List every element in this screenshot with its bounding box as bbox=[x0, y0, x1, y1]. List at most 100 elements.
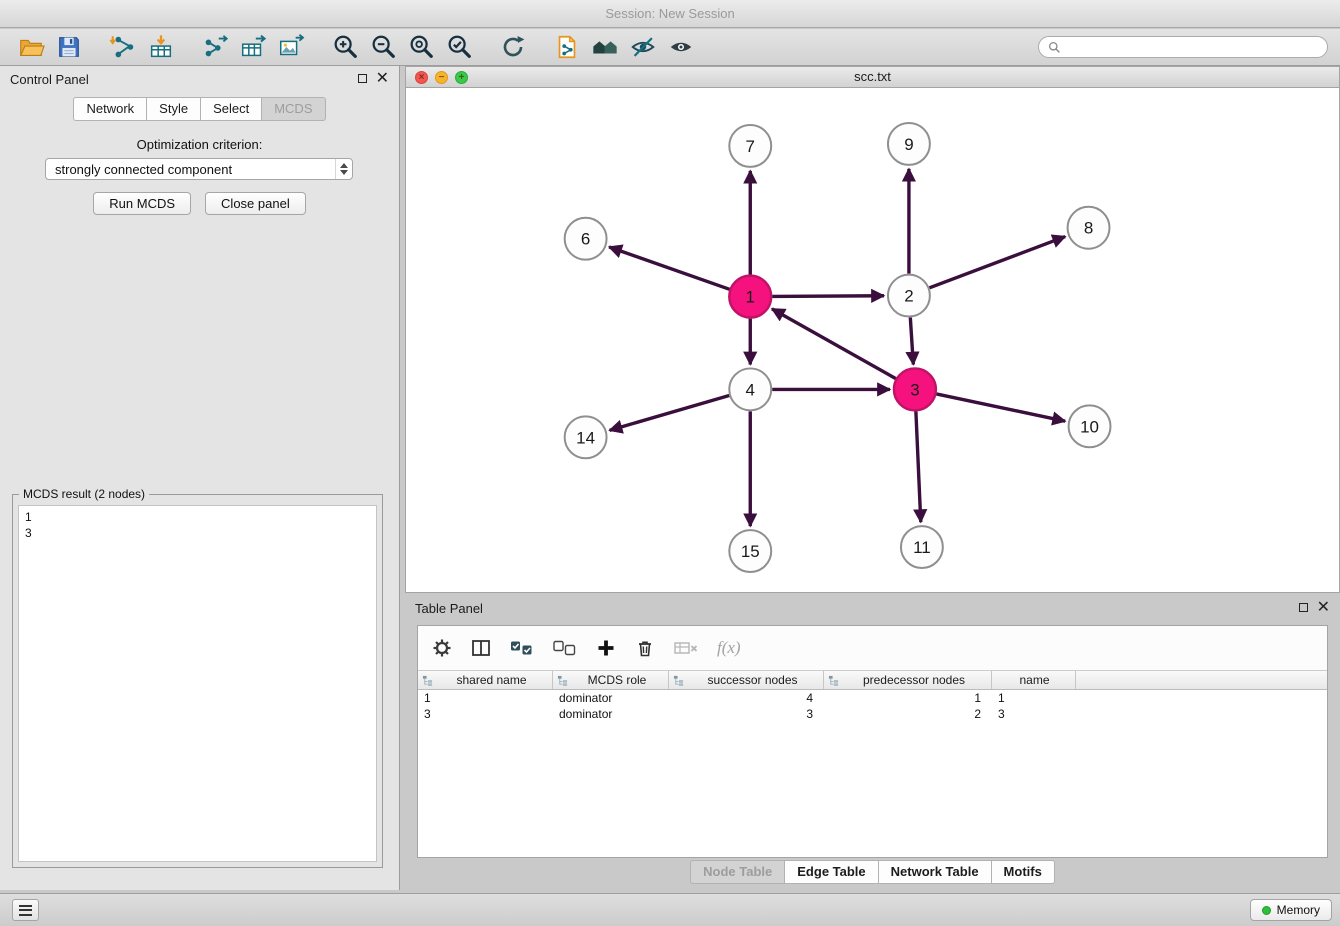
node-3[interactable]: 3 bbox=[894, 368, 936, 410]
table-settings-button[interactable] bbox=[432, 638, 452, 658]
edge-3-10[interactable] bbox=[936, 394, 1065, 421]
node-1[interactable]: 1 bbox=[729, 276, 771, 318]
tab-style[interactable]: Style bbox=[146, 97, 200, 121]
split-column-button[interactable] bbox=[471, 638, 491, 658]
mcds-result-group: MCDS result (2 nodes) 1 3 bbox=[12, 494, 383, 868]
cell-predecessor-nodes: 1 bbox=[824, 691, 992, 705]
cell-successor-nodes: 3 bbox=[669, 707, 824, 721]
function-builder-button-disabled[interactable]: f(x) bbox=[717, 638, 741, 658]
memory-label: Memory bbox=[1277, 903, 1320, 917]
export-table-button[interactable] bbox=[234, 31, 272, 64]
minimize-window-icon[interactable]: − bbox=[435, 71, 448, 84]
table-tabs: Node Table Edge Table Network Table Moti… bbox=[405, 860, 1340, 884]
table-row[interactable]: 1 dominator 4 1 1 bbox=[418, 690, 1327, 706]
save-session-button[interactable] bbox=[50, 31, 88, 64]
node-4[interactable]: 4 bbox=[729, 368, 771, 410]
search-field[interactable] bbox=[1038, 36, 1328, 58]
tab-network[interactable]: Network bbox=[73, 97, 146, 121]
optimization-criterion-label: Optimization criterion: bbox=[0, 137, 399, 152]
column-header-mcds-role[interactable]: MCDS role bbox=[553, 671, 669, 689]
node-11[interactable]: 11 bbox=[901, 526, 943, 568]
select-all-button[interactable] bbox=[510, 640, 534, 657]
edge-2-8[interactable] bbox=[929, 237, 1065, 288]
tab-network-table[interactable]: Network Table bbox=[878, 860, 991, 884]
node-6[interactable]: 6 bbox=[565, 218, 607, 260]
mcds-result-title: MCDS result (2 nodes) bbox=[19, 487, 149, 501]
column-header-successor-nodes[interactable]: successor nodes bbox=[669, 671, 824, 689]
select-all-icon bbox=[510, 640, 534, 657]
edge-4-14[interactable] bbox=[610, 396, 730, 431]
zoom-selected-button[interactable] bbox=[440, 31, 478, 64]
refresh-button[interactable] bbox=[494, 31, 532, 64]
node-label: 14 bbox=[576, 428, 595, 447]
show-style-button[interactable] bbox=[624, 31, 662, 64]
node-8[interactable]: 8 bbox=[1068, 207, 1110, 249]
list-icon bbox=[19, 905, 32, 916]
open-session-button[interactable] bbox=[12, 31, 50, 64]
node-9[interactable]: 9 bbox=[888, 123, 930, 165]
tab-motifs[interactable]: Motifs bbox=[991, 860, 1055, 884]
show-hide-button[interactable] bbox=[662, 31, 700, 64]
node-10[interactable]: 10 bbox=[1069, 405, 1111, 447]
edge-3-1[interactable] bbox=[772, 309, 896, 379]
memory-status-dot-icon bbox=[1262, 906, 1271, 915]
import-table-button[interactable] bbox=[142, 31, 180, 64]
network-window-titlebar[interactable]: × − + scc.txt bbox=[405, 66, 1340, 88]
criterion-dropdown-value: strongly connected component bbox=[55, 162, 232, 177]
node-label: 7 bbox=[746, 137, 755, 156]
mcds-result-list[interactable]: 1 3 bbox=[18, 505, 377, 862]
dropdown-stepper-icon bbox=[335, 159, 352, 179]
window-titlebar: Session: New Session bbox=[0, 0, 1340, 28]
zoom-fit-button[interactable] bbox=[402, 31, 440, 64]
export-image-icon bbox=[277, 33, 305, 61]
import-network-button[interactable] bbox=[104, 31, 142, 64]
run-mcds-button[interactable]: Run MCDS bbox=[93, 192, 191, 215]
import-table-icon bbox=[147, 33, 175, 61]
network-canvas[interactable]: 7 9 6 8 1 2 4 3 10 14 15 11 bbox=[406, 88, 1339, 592]
node-15[interactable]: 15 bbox=[729, 530, 771, 572]
close-panel-button[interactable]: Close panel bbox=[205, 192, 306, 215]
node-2[interactable]: 2 bbox=[888, 275, 930, 317]
delete-row-button[interactable] bbox=[635, 638, 655, 658]
table-row[interactable]: 3 dominator 3 2 3 bbox=[418, 706, 1327, 722]
tab-mcds[interactable]: MCDS bbox=[261, 97, 325, 121]
column-header-shared-name[interactable]: shared name bbox=[418, 671, 553, 689]
close-table-panel-icon[interactable]: ✕ bbox=[1317, 601, 1330, 613]
refresh-icon bbox=[499, 33, 527, 61]
zoom-out-button[interactable] bbox=[364, 31, 402, 64]
edge-1-6[interactable] bbox=[609, 247, 729, 289]
task-history-button[interactable] bbox=[12, 899, 39, 921]
deselect-all-button[interactable] bbox=[553, 640, 577, 657]
node-label: 4 bbox=[746, 380, 755, 399]
memory-button[interactable]: Memory bbox=[1250, 899, 1332, 921]
node-7[interactable]: 7 bbox=[729, 125, 771, 167]
tab-node-table[interactable]: Node Table bbox=[690, 860, 784, 884]
edge-2-3[interactable] bbox=[910, 318, 913, 365]
edge-1-2[interactable] bbox=[772, 296, 884, 297]
tab-select[interactable]: Select bbox=[200, 97, 261, 121]
first-neighbors-button[interactable] bbox=[586, 31, 624, 64]
deselect-all-icon bbox=[553, 640, 577, 657]
zoom-window-icon[interactable]: + bbox=[455, 71, 468, 84]
mcds-result-line: 3 bbox=[25, 525, 370, 541]
clear-table-button-disabled[interactable] bbox=[674, 640, 698, 656]
export-network-button[interactable] bbox=[196, 31, 234, 64]
clone-network-button[interactable] bbox=[548, 31, 586, 64]
search-input[interactable] bbox=[1067, 39, 1318, 55]
close-panel-icon[interactable]: ✕ bbox=[376, 72, 389, 84]
edge-3-11[interactable] bbox=[916, 411, 921, 522]
column-header-predecessor-nodes[interactable]: predecessor nodes bbox=[824, 671, 992, 689]
cell-shared-name: 3 bbox=[418, 707, 553, 721]
column-header-name[interactable]: name bbox=[992, 671, 1076, 689]
export-image-button[interactable] bbox=[272, 31, 310, 64]
tab-edge-table[interactable]: Edge Table bbox=[784, 860, 877, 884]
close-window-icon[interactable]: × bbox=[415, 71, 428, 84]
table-header: shared name MCDS role successor nodes bbox=[418, 671, 1327, 690]
add-row-button[interactable] bbox=[596, 638, 616, 658]
main-toolbar bbox=[0, 29, 1340, 66]
float-panel-icon[interactable] bbox=[358, 74, 367, 83]
zoom-in-button[interactable] bbox=[326, 31, 364, 64]
criterion-dropdown[interactable]: strongly connected component bbox=[45, 158, 353, 180]
node-14[interactable]: 14 bbox=[565, 416, 607, 458]
float-table-panel-icon[interactable] bbox=[1299, 603, 1308, 612]
